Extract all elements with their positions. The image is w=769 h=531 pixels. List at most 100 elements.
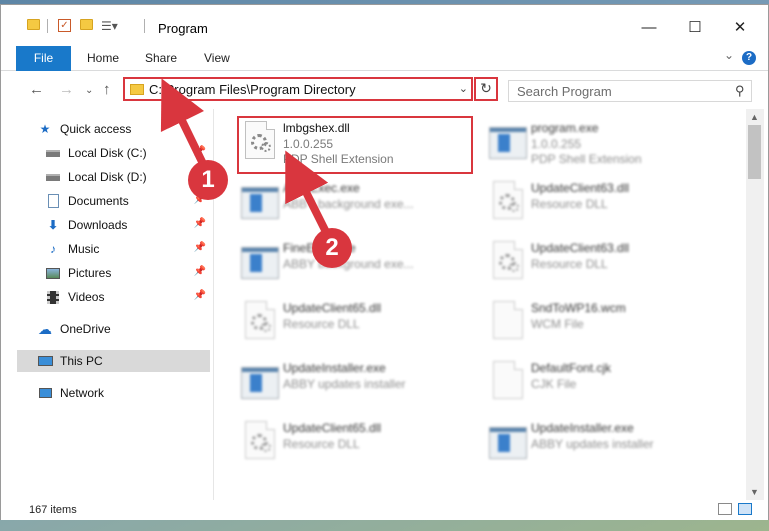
- tab-share[interactable]: Share: [145, 46, 177, 71]
- file-item-program-exe[interactable]: program.exe 1.0.0.255 PDP Shell Extensio…: [485, 117, 725, 169]
- search-icon[interactable]: ⚲: [735, 83, 745, 99]
- file-description: Resource DLL: [531, 197, 608, 211]
- window-title: Program: [158, 21, 208, 36]
- file-item[interactable]: UpdateClient63.dll Resource DLL: [485, 177, 725, 229]
- tab-view[interactable]: View: [204, 46, 230, 71]
- file-item[interactable]: SndToWP16.wcm WCM File: [485, 297, 725, 349]
- recent-locations-icon[interactable]: ⌄: [85, 85, 93, 96]
- drive-icon: [45, 170, 61, 184]
- blank-file-icon: [489, 361, 527, 403]
- sidebar-item-label: Music: [68, 242, 100, 256]
- download-icon: ⬇: [47, 218, 59, 232]
- expand-ribbon-icon[interactable]: ⌄: [724, 48, 734, 62]
- address-text: C:\Program Files\Program Directory: [149, 82, 356, 97]
- customize-toolbar-icon[interactable]: ☰▾: [101, 19, 118, 33]
- refresh-button[interactable]: ↻: [474, 77, 498, 101]
- blank-file-icon: [489, 301, 527, 343]
- sidebar-item-pictures[interactable]: Pictures 📌: [45, 262, 210, 284]
- file-item[interactable]: AbbyExec.exe ABBY background exe...: [237, 177, 477, 229]
- properties-icon[interactable]: ✓: [58, 19, 71, 32]
- pictures-icon: [45, 266, 61, 280]
- sidebar-item-label: Quick access: [60, 122, 132, 136]
- new-folder-icon[interactable]: [80, 19, 93, 30]
- sidebar-item-network[interactable]: Network: [37, 382, 210, 404]
- sidebar-item-local-disk-c[interactable]: Local Disk (C:) 📌: [45, 142, 210, 164]
- maximize-button[interactable]: ☐: [680, 15, 710, 41]
- separator: [144, 19, 145, 33]
- folder-icon[interactable]: [27, 19, 40, 30]
- pin-icon[interactable]: 📌: [194, 146, 206, 157]
- dll-file-icon: [489, 181, 527, 223]
- close-button[interactable]: ✕: [725, 15, 755, 41]
- pin-icon[interactable]: 📌: [194, 266, 206, 277]
- file-name: UpdateClient63.dll: [531, 241, 630, 255]
- file-list: lmbgshex.dll 1.0.0.255 PDP Shell Extensi…: [215, 109, 746, 500]
- navigation-bar: ← → ⌄ ↑ C:\Program Files\Program Directo…: [1, 71, 768, 109]
- selected-file-highlight: [237, 116, 473, 174]
- details-view-icon[interactable]: [718, 503, 732, 515]
- file-item[interactable]: FineExec.exe ABBY background exe...: [237, 237, 477, 289]
- step-2-badge: 2: [312, 228, 352, 268]
- tab-home[interactable]: Home: [87, 46, 119, 71]
- help-icon[interactable]: ?: [742, 51, 756, 65]
- chevron-down-icon[interactable]: ⌄: [459, 82, 468, 95]
- large-icons-view-icon[interactable]: [738, 503, 752, 515]
- sidebar-item-label: Local Disk (D:): [68, 170, 147, 184]
- search-placeholder: Search Program: [517, 84, 612, 99]
- file-name: AbbyExec.exe: [283, 181, 360, 195]
- file-description: Resource DLL: [283, 317, 360, 331]
- scroll-up-icon[interactable]: ▲: [750, 112, 759, 122]
- pin-icon[interactable]: 📌: [194, 242, 206, 253]
- address-bar[interactable]: C:\Program Files\Program Directory ⌄: [123, 77, 473, 101]
- sidebar-item-documents[interactable]: Documents 📌: [45, 190, 210, 212]
- file-item[interactable]: DefaultFont.cjk CJK File: [485, 357, 725, 409]
- file-name: UpdateClient63.dll: [531, 181, 630, 195]
- sidebar-item-label: Videos: [68, 290, 105, 304]
- forward-arrow-icon[interactable]: →: [59, 81, 74, 98]
- music-icon: ♪: [50, 242, 56, 256]
- file-item[interactable]: UpdateInstaller.exe ABBY updates install…: [237, 357, 477, 409]
- dll-file-icon: [489, 241, 527, 283]
- back-arrow-icon[interactable]: ←: [29, 81, 44, 98]
- file-name: UpdateClient65.dll: [283, 301, 382, 315]
- sidebar-item-local-disk-d[interactable]: Local Disk (D:): [45, 166, 210, 188]
- pin-icon[interactable]: 📌: [194, 290, 206, 301]
- app-file-icon: [489, 421, 527, 463]
- file-name: UpdateInstaller.exe: [531, 421, 634, 435]
- ribbon: File Home Share View ⌄ ?: [1, 45, 768, 71]
- file-item[interactable]: UpdateClient63.dll Resource DLL: [485, 237, 725, 289]
- file-name: SndToWP16.wcm: [531, 301, 626, 315]
- documents-icon: [45, 194, 61, 208]
- vertical-scrollbar[interactable]: ▲ ▼: [746, 109, 764, 500]
- step-1-badge: 1: [188, 160, 228, 200]
- tab-file[interactable]: File: [16, 46, 71, 71]
- sidebar-item-quick-access[interactable]: ★ Quick access: [37, 118, 210, 140]
- sidebar-item-downloads[interactable]: ⬇ Downloads 📌: [45, 214, 210, 236]
- sidebar-item-videos[interactable]: Videos 📌: [45, 286, 210, 308]
- sidebar-item-label: OneDrive: [60, 322, 111, 336]
- file-item[interactable]: UpdateClient65.dll Resource DLL: [237, 297, 477, 349]
- sidebar-item-label: Local Disk (C:): [68, 146, 147, 160]
- file-item[interactable]: UpdateInstaller.exe ABBY updates install…: [485, 417, 725, 469]
- dll-file-icon: [241, 301, 279, 343]
- sidebar-item-music[interactable]: ♪ Music 📌: [45, 238, 210, 260]
- up-arrow-icon[interactable]: ↑: [103, 81, 111, 98]
- sidebar-item-label: Network: [60, 386, 105, 400]
- scroll-down-icon[interactable]: ▼: [750, 487, 759, 497]
- minimize-button[interactable]: —: [634, 15, 664, 41]
- item-count: 167 items: [29, 504, 77, 516]
- file-item[interactable]: UpdateClient65.dll Resource DLL: [237, 417, 477, 469]
- pin-icon[interactable]: 📌: [194, 218, 206, 229]
- file-description: Resource DLL: [283, 437, 360, 451]
- folder-icon: [130, 84, 144, 95]
- explorer-window: ✓ ☰▾ Program — ☐ ✕ File Home Share View …: [0, 4, 769, 520]
- sidebar-item-label: This PC: [60, 354, 103, 368]
- scroll-thumb[interactable]: [748, 125, 761, 179]
- cloud-icon: ☁: [38, 320, 52, 337]
- file-description: CJK File: [531, 377, 577, 391]
- search-input[interactable]: Search Program ⚲: [508, 80, 752, 102]
- sidebar-item-onedrive[interactable]: ☁ OneDrive: [37, 318, 210, 340]
- file-description: ABBY updates installer: [283, 377, 406, 391]
- app-file-icon: [241, 181, 279, 223]
- sidebar-item-this-pc[interactable]: This PC: [17, 350, 210, 372]
